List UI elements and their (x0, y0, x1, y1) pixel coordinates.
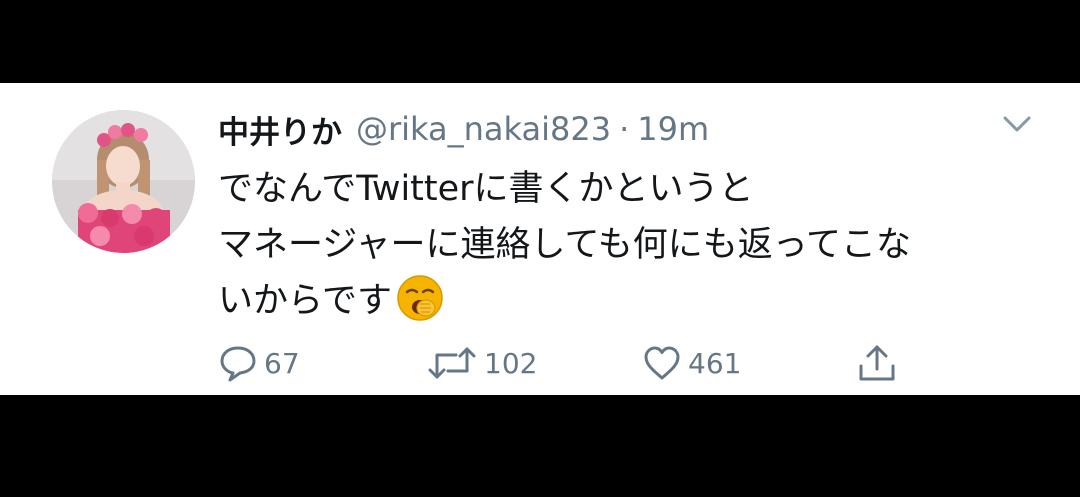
handle[interactable]: @rika_nakai823 (356, 110, 611, 148)
yawning-face-emoji-icon (396, 274, 444, 339)
like-count: 461 (688, 346, 742, 380)
retweet-icon (426, 343, 478, 383)
tweet-actions: 67 102 461 (218, 339, 918, 387)
retweet-button[interactable]: 102 (426, 339, 537, 387)
tweet-text-line-end: いからです (218, 281, 392, 321)
chevron-down-icon[interactable] (1001, 113, 1033, 135)
tweet-text-line: いからです (218, 273, 1058, 339)
tweet-text: でなんでTwitterに書くかというと マネージャーに連絡しても何にも返ってこな… (218, 161, 1058, 339)
heart-icon (642, 343, 682, 383)
share-icon (856, 342, 898, 384)
tweet-text-line: マネージャーに連絡しても何にも返ってこな (218, 225, 912, 265)
reply-count: 67 (264, 346, 300, 380)
share-button[interactable] (856, 339, 898, 387)
tweet-text-line: でなんでTwitterに書くかというと (218, 169, 754, 209)
avatar-image (52, 110, 195, 253)
timestamp[interactable]: 19m (637, 110, 709, 148)
avatar[interactable] (52, 110, 195, 253)
separator: · (619, 110, 630, 148)
like-button[interactable]: 461 (642, 339, 741, 387)
tweet-card[interactable]: 中井りか @rika_nakai823 · 19m でなんでTwitterに書く… (0, 83, 1080, 395)
tweet-header: 中井りか @rika_nakai823 · 19m (218, 105, 709, 153)
display-name[interactable]: 中井りか (218, 107, 342, 152)
retweet-count: 102 (484, 346, 538, 380)
reply-icon (218, 343, 258, 383)
reply-button[interactable]: 67 (218, 339, 300, 387)
